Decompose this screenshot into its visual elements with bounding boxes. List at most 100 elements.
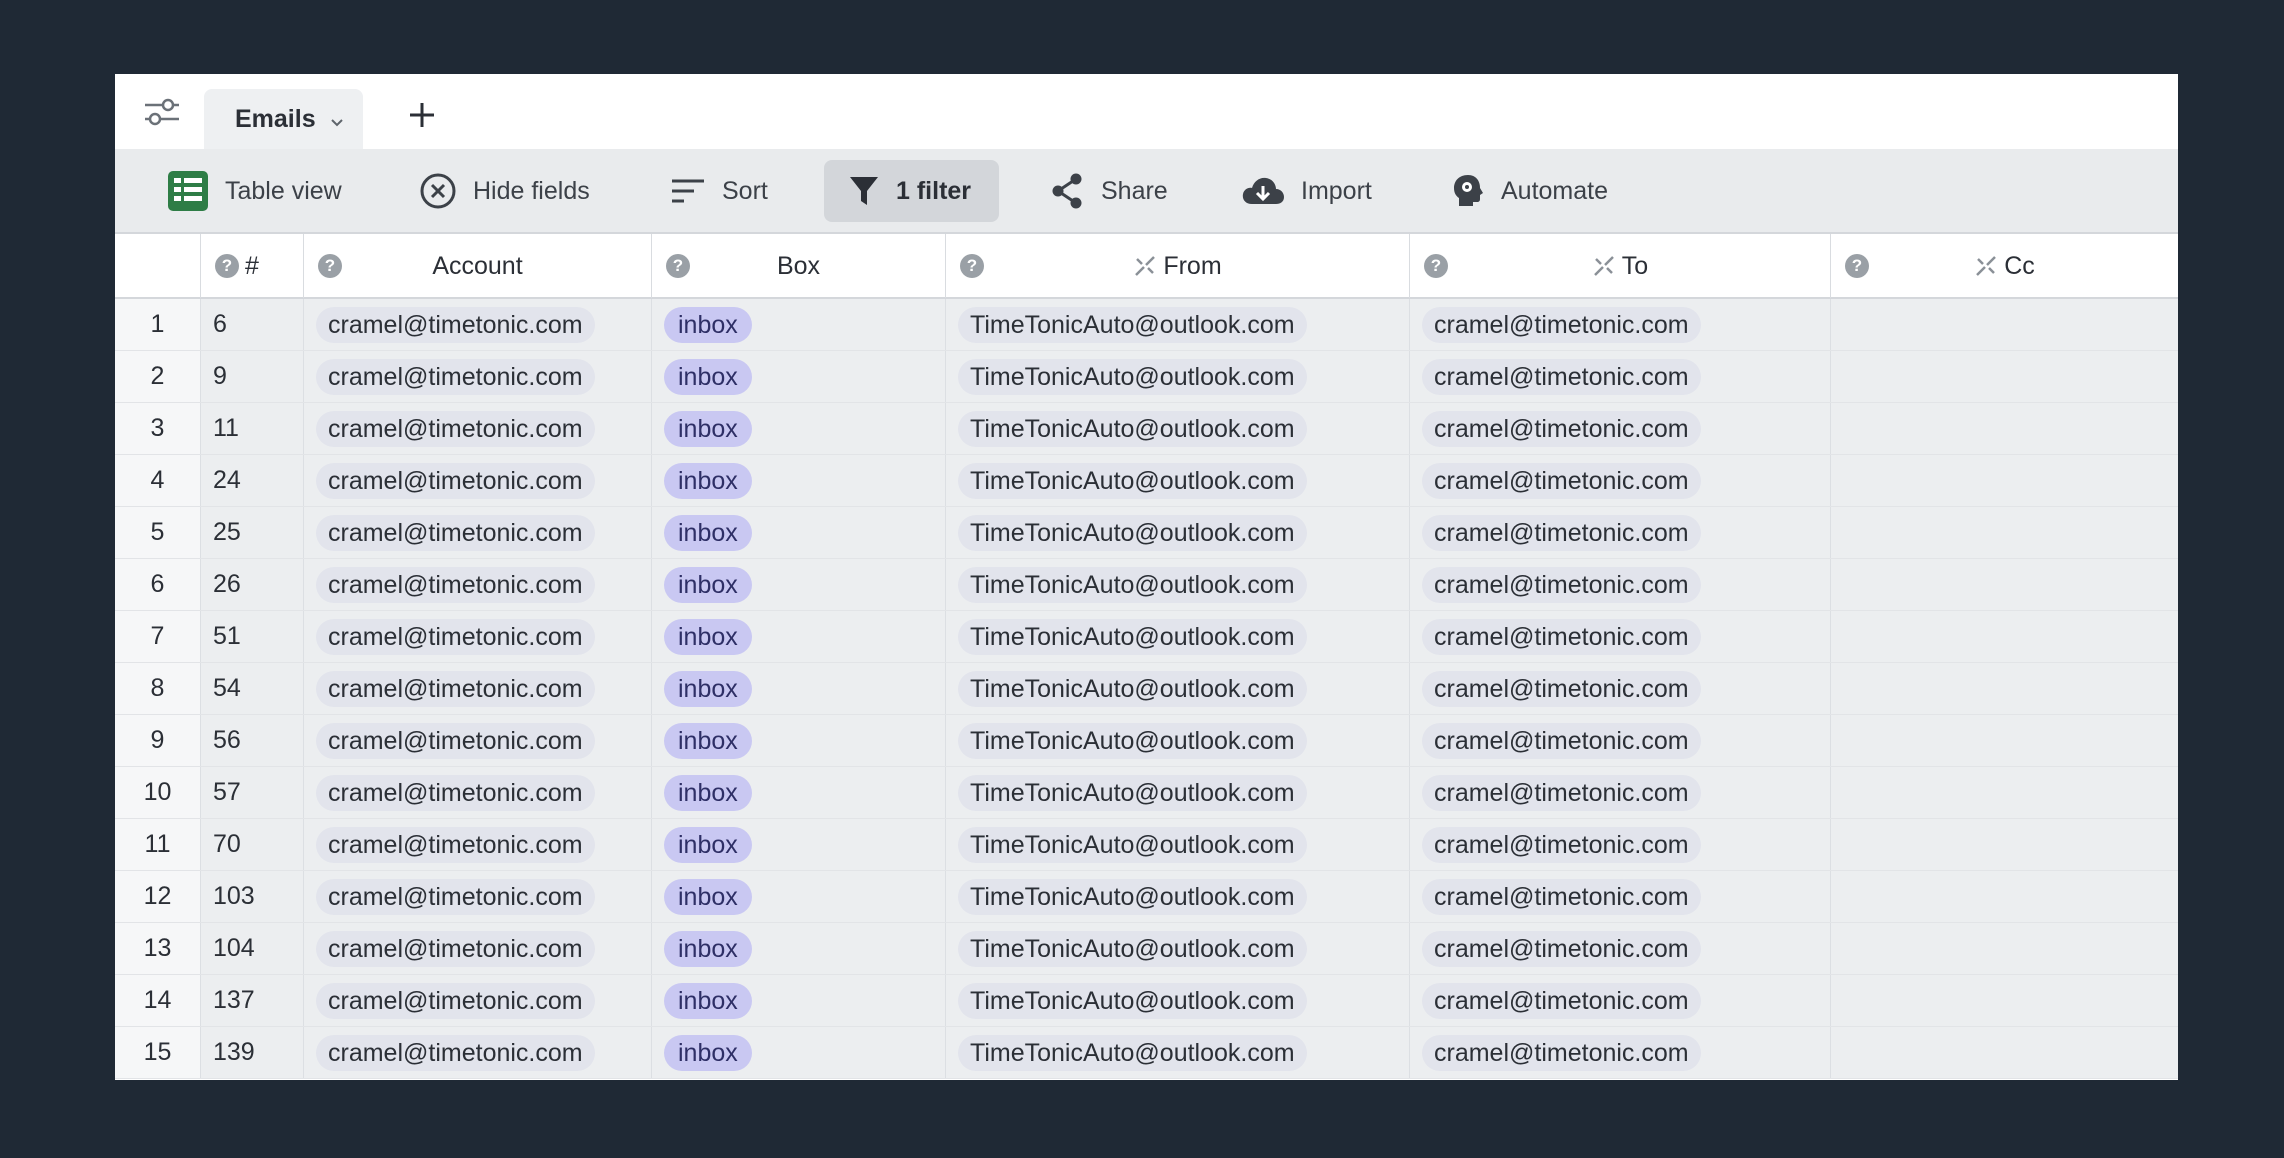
cell-cc[interactable]: [1831, 559, 2178, 610]
cell-to[interactable]: cramel@timetonic.com: [1410, 507, 1831, 558]
cell-cc[interactable]: [1831, 923, 2178, 974]
cell-num[interactable]: 11: [201, 403, 304, 454]
column-header-box[interactable]: ? Box: [652, 234, 946, 298]
cell-from[interactable]: TimeTonicAuto@outlook.com: [946, 559, 1410, 610]
cell-cc[interactable]: [1831, 715, 2178, 766]
column-header-from[interactable]: ? From: [946, 234, 1410, 298]
cell-num[interactable]: 56: [201, 715, 304, 766]
table-row[interactable]: 10 57 cramel@timetonic.com inbox TimeTon…: [115, 767, 2178, 819]
table-row[interactable]: 13 104 cramel@timetonic.com inbox TimeTo…: [115, 923, 2178, 975]
cell-from[interactable]: TimeTonicAuto@outlook.com: [946, 455, 1410, 506]
cell-box[interactable]: inbox: [652, 299, 946, 350]
cell-num[interactable]: 103: [201, 871, 304, 922]
cell-cc[interactable]: [1831, 403, 2178, 454]
cell-account[interactable]: cramel@timetonic.com: [304, 507, 652, 558]
cell-from[interactable]: TimeTonicAuto@outlook.com: [946, 871, 1410, 922]
cell-cc[interactable]: [1831, 767, 2178, 818]
cell-cc[interactable]: [1831, 975, 2178, 1026]
cell-from[interactable]: TimeTonicAuto@outlook.com: [946, 351, 1410, 402]
plus-icon[interactable]: [407, 100, 437, 130]
cell-from[interactable]: TimeTonicAuto@outlook.com: [946, 975, 1410, 1026]
cell-from[interactable]: TimeTonicAuto@outlook.com: [946, 663, 1410, 714]
cell-box[interactable]: inbox: [652, 819, 946, 870]
cell-num[interactable]: 54: [201, 663, 304, 714]
cell-box[interactable]: inbox: [652, 559, 946, 610]
cell-box[interactable]: inbox: [652, 715, 946, 766]
question-icon[interactable]: ?: [1424, 254, 1448, 278]
table-row[interactable]: 14 137 cramel@timetonic.com inbox TimeTo…: [115, 975, 2178, 1027]
cell-account[interactable]: cramel@timetonic.com: [304, 351, 652, 402]
cell-box[interactable]: inbox: [652, 403, 946, 454]
automate-button[interactable]: Automate: [1451, 160, 1608, 222]
table-row[interactable]: 11 70 cramel@timetonic.com inbox TimeTon…: [115, 819, 2178, 871]
cell-from[interactable]: TimeTonicAuto@outlook.com: [946, 403, 1410, 454]
cell-account[interactable]: cramel@timetonic.com: [304, 975, 652, 1026]
cell-to[interactable]: cramel@timetonic.com: [1410, 715, 1831, 766]
table-row[interactable]: 2 9 cramel@timetonic.com inbox TimeTonic…: [115, 351, 2178, 403]
cell-to[interactable]: cramel@timetonic.com: [1410, 923, 1831, 974]
column-header-cc[interactable]: ? Cc: [1831, 234, 2178, 298]
cell-box[interactable]: inbox: [652, 663, 946, 714]
cell-num[interactable]: 139: [201, 1027, 304, 1078]
cell-box[interactable]: inbox: [652, 507, 946, 558]
share-button[interactable]: Share: [1049, 160, 1168, 222]
question-icon[interactable]: ?: [215, 254, 239, 278]
cell-num[interactable]: 25: [201, 507, 304, 558]
cell-account[interactable]: cramel@timetonic.com: [304, 767, 652, 818]
cell-to[interactable]: cramel@timetonic.com: [1410, 559, 1831, 610]
cell-cc[interactable]: [1831, 351, 2178, 402]
table-row[interactable]: 9 56 cramel@timetonic.com inbox TimeToni…: [115, 715, 2178, 767]
cell-account[interactable]: cramel@timetonic.com: [304, 819, 652, 870]
cell-account[interactable]: cramel@timetonic.com: [304, 559, 652, 610]
table-row[interactable]: 3 11 cramel@timetonic.com inbox TimeToni…: [115, 403, 2178, 455]
cell-account[interactable]: cramel@timetonic.com: [304, 871, 652, 922]
table-row[interactable]: 8 54 cramel@timetonic.com inbox TimeToni…: [115, 663, 2178, 715]
table-row[interactable]: 6 26 cramel@timetonic.com inbox TimeToni…: [115, 559, 2178, 611]
cell-account[interactable]: cramel@timetonic.com: [304, 923, 652, 974]
cell-num[interactable]: 51: [201, 611, 304, 662]
cell-from[interactable]: TimeTonicAuto@outlook.com: [946, 611, 1410, 662]
cell-box[interactable]: inbox: [652, 611, 946, 662]
cell-num[interactable]: 57: [201, 767, 304, 818]
cell-cc[interactable]: [1831, 1027, 2178, 1078]
cell-account[interactable]: cramel@timetonic.com: [304, 715, 652, 766]
sort-button[interactable]: Sort: [670, 160, 768, 222]
cell-account[interactable]: cramel@timetonic.com: [304, 403, 652, 454]
cell-account[interactable]: cramel@timetonic.com: [304, 663, 652, 714]
cell-cc[interactable]: [1831, 663, 2178, 714]
question-icon[interactable]: ?: [1845, 254, 1869, 278]
cell-num[interactable]: 137: [201, 975, 304, 1026]
cell-box[interactable]: inbox: [652, 923, 946, 974]
cell-account[interactable]: cramel@timetonic.com: [304, 299, 652, 350]
cell-from[interactable]: TimeTonicAuto@outlook.com: [946, 507, 1410, 558]
cell-to[interactable]: cramel@timetonic.com: [1410, 975, 1831, 1026]
table-row[interactable]: 12 103 cramel@timetonic.com inbox TimeTo…: [115, 871, 2178, 923]
cell-box[interactable]: inbox: [652, 455, 946, 506]
cell-account[interactable]: cramel@timetonic.com: [304, 455, 652, 506]
cell-box[interactable]: inbox: [652, 1027, 946, 1078]
cell-account[interactable]: cramel@timetonic.com: [304, 611, 652, 662]
cell-num[interactable]: 6: [201, 299, 304, 350]
cell-from[interactable]: TimeTonicAuto@outlook.com: [946, 923, 1410, 974]
column-header-to[interactable]: ? To: [1410, 234, 1831, 298]
cell-from[interactable]: TimeTonicAuto@outlook.com: [946, 767, 1410, 818]
cell-to[interactable]: cramel@timetonic.com: [1410, 663, 1831, 714]
cell-cc[interactable]: [1831, 611, 2178, 662]
table-view-button[interactable]: Table view: [167, 160, 342, 222]
cell-num[interactable]: 26: [201, 559, 304, 610]
table-row[interactable]: 7 51 cramel@timetonic.com inbox TimeToni…: [115, 611, 2178, 663]
cell-to[interactable]: cramel@timetonic.com: [1410, 767, 1831, 818]
cell-to[interactable]: cramel@timetonic.com: [1410, 611, 1831, 662]
cell-to[interactable]: cramel@timetonic.com: [1410, 351, 1831, 402]
filter-button[interactable]: 1 filter: [824, 160, 1000, 222]
cell-num[interactable]: 70: [201, 819, 304, 870]
chevron-down-icon[interactable]: [330, 115, 344, 127]
column-header-account[interactable]: ? Account: [304, 234, 652, 298]
table-row[interactable]: 4 24 cramel@timetonic.com inbox TimeToni…: [115, 455, 2178, 507]
cell-cc[interactable]: [1831, 455, 2178, 506]
cell-to[interactable]: cramel@timetonic.com: [1410, 455, 1831, 506]
cell-box[interactable]: inbox: [652, 975, 946, 1026]
table-row[interactable]: 5 25 cramel@timetonic.com inbox TimeToni…: [115, 507, 2178, 559]
cell-to[interactable]: cramel@timetonic.com: [1410, 299, 1831, 350]
column-header-num[interactable]: ? #: [201, 234, 304, 298]
